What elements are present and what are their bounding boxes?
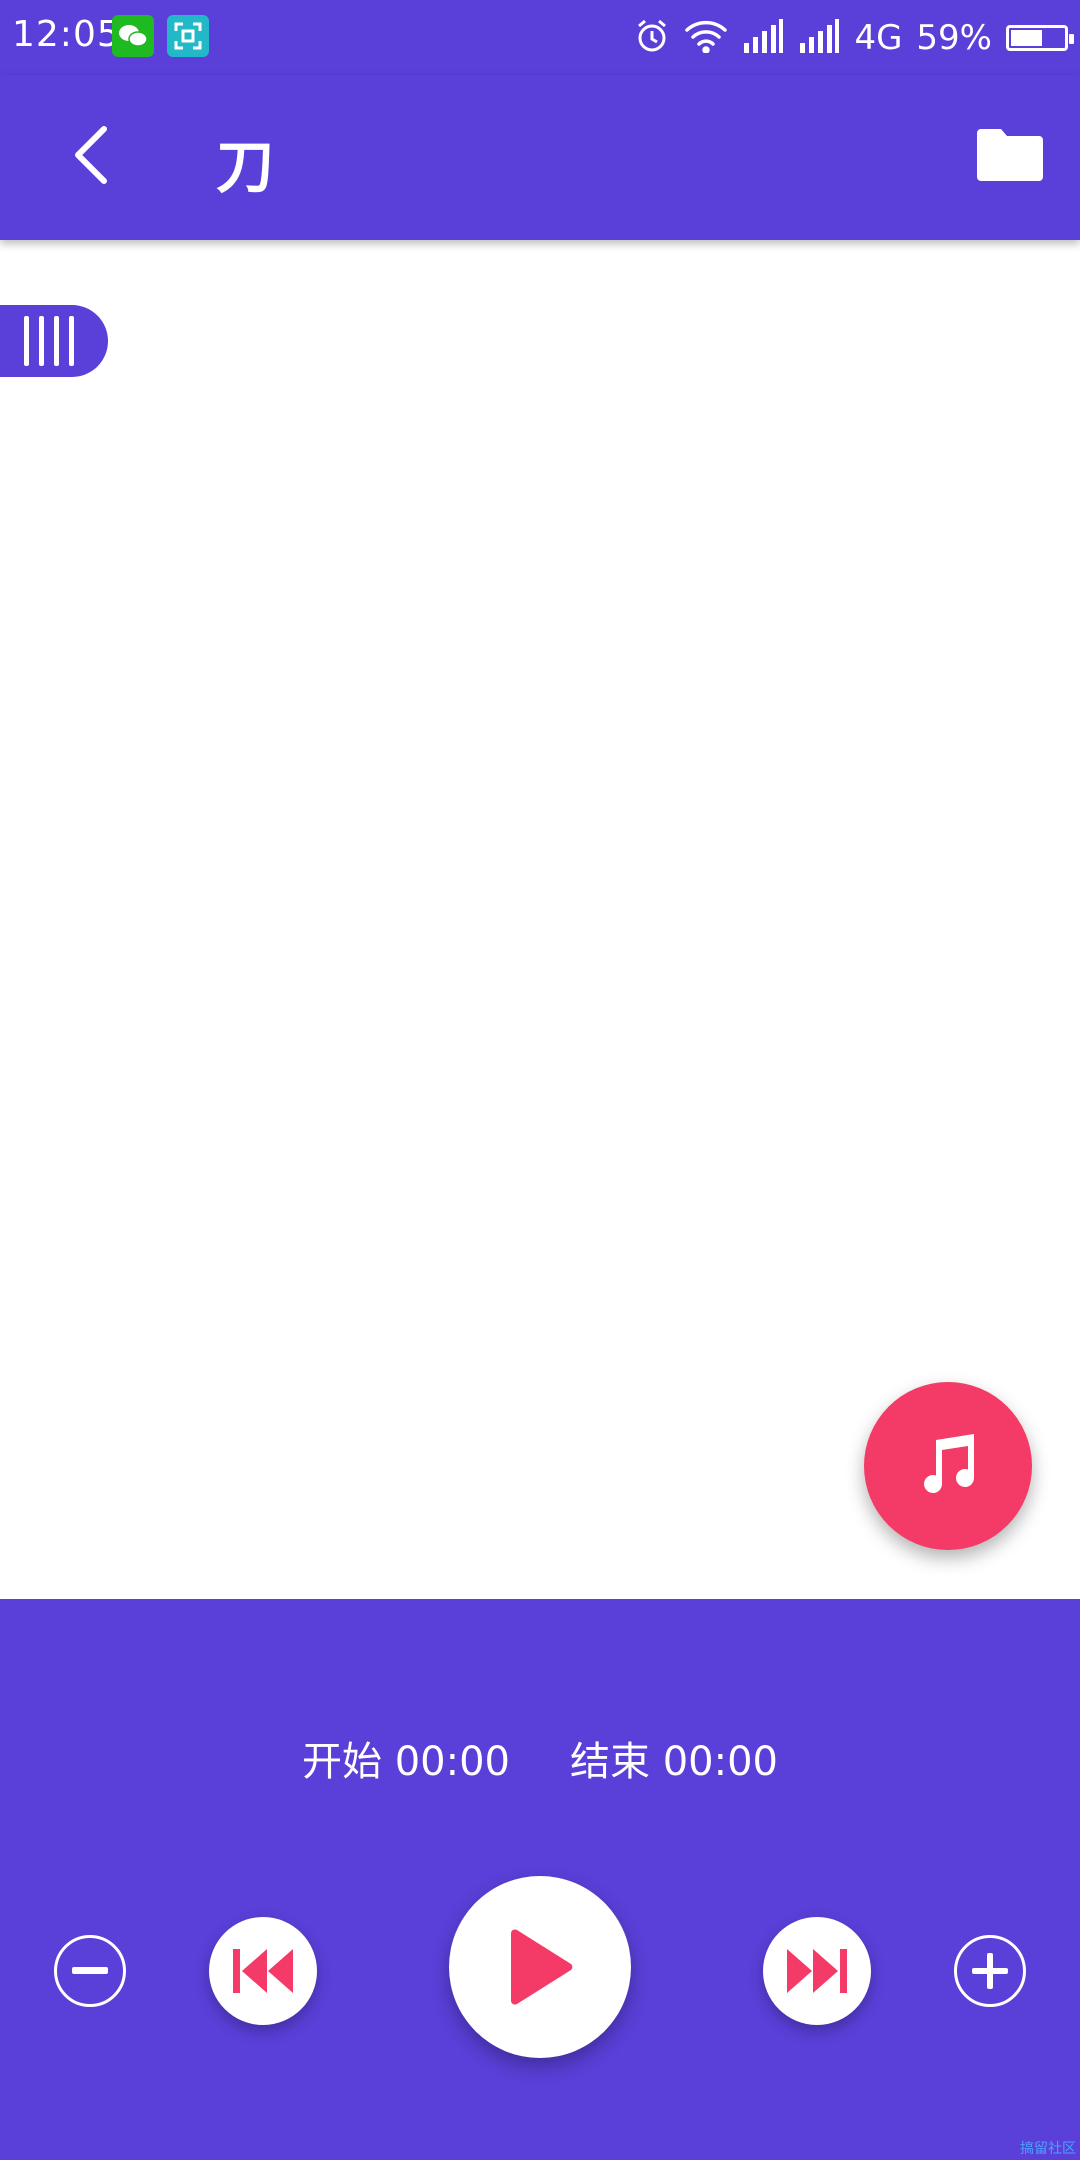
alarm-icon — [634, 18, 670, 58]
play-icon — [511, 1929, 573, 2005]
wifi-icon — [684, 19, 728, 57]
handle-line — [54, 316, 59, 366]
page-title: 刀 — [216, 133, 275, 201]
wechat-icon — [112, 15, 154, 57]
handle-line — [69, 316, 74, 366]
plus-button[interactable] — [954, 1935, 1026, 2007]
signal-icon — [798, 18, 840, 57]
network-type: 4G — [854, 17, 903, 58]
minus-button[interactable] — [54, 1935, 126, 2007]
skip-next-icon — [787, 1949, 847, 1993]
status-time: 12:05 — [12, 14, 121, 55]
battery-percent: 59% — [916, 17, 992, 58]
plus-icon — [972, 1953, 1008, 1989]
handle-line — [24, 316, 29, 366]
battery-icon — [1006, 24, 1074, 51]
handle-line — [39, 316, 44, 366]
time-range: 开始 00:00 结束 00:00 — [0, 1729, 1080, 1787]
status-bar: 12:05 4G 59% — [0, 0, 1080, 75]
music-fab-button[interactable] — [864, 1382, 1032, 1550]
play-button[interactable] — [449, 1876, 631, 2058]
player-panel: 开始 00:00 结束 00:00 — [0, 1599, 1080, 2160]
back-arrow-icon[interactable] — [50, 115, 130, 195]
status-system-icons: 4G 59% — [634, 10, 1074, 65]
folder-icon[interactable] — [970, 120, 1050, 190]
skip-previous-button[interactable] — [209, 1917, 317, 2025]
scan-icon — [167, 15, 209, 57]
skip-previous-icon — [233, 1949, 293, 1993]
minus-icon — [72, 1967, 108, 1974]
skip-next-button[interactable] — [763, 1917, 871, 2025]
watermark: 搞留社区 — [1020, 2141, 1076, 2157]
side-drawer-handle[interactable] — [0, 305, 108, 377]
start-time: 开始 00:00 — [302, 1739, 510, 1785]
end-time: 结束 00:00 — [570, 1739, 778, 1785]
app-bar: 刀 — [0, 75, 1080, 240]
music-note-icon — [924, 1434, 974, 1493]
signal-icon — [742, 18, 784, 57]
